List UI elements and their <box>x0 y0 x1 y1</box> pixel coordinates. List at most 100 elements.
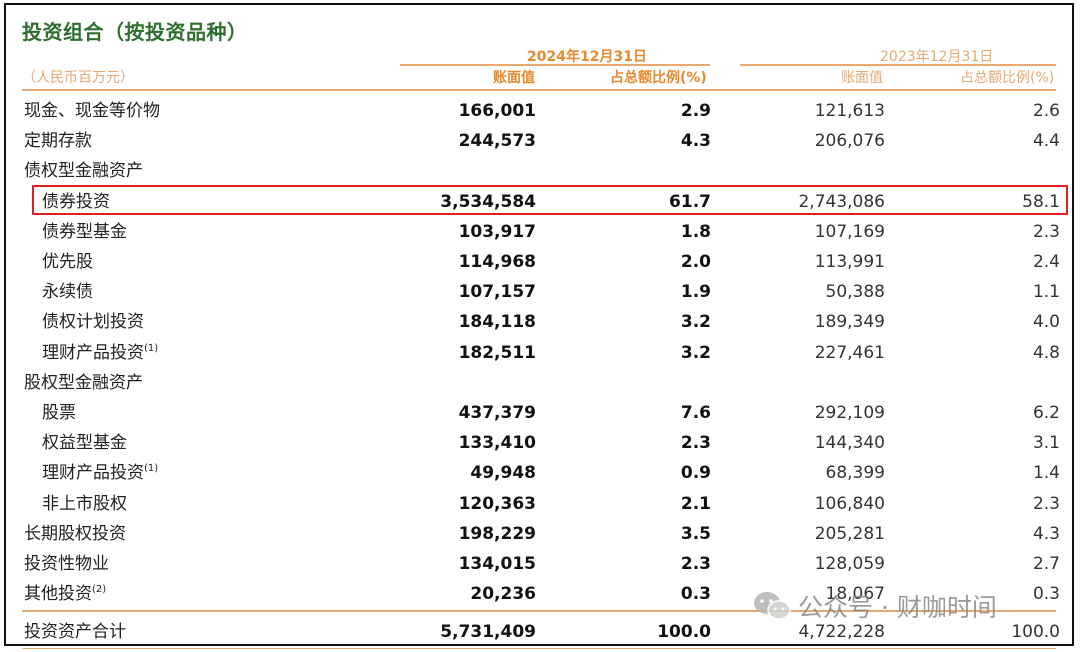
table-row: 定期存款 244,573 4.3 206,076 4.4 <box>20 126 1060 156</box>
total-pct-current: 100.0 <box>657 622 711 642</box>
row-label: 定期存款 <box>24 131 92 152</box>
pct-total-current: 3.5 <box>680 523 711 544</box>
footnote-marker: (1) <box>144 342 159 354</box>
pct-total-prior: 4.3 <box>1032 523 1060 544</box>
pct-total-prior: 1.4 <box>1032 463 1060 484</box>
col-pct-prior: 占总额比例(%) <box>960 70 1055 86</box>
book-value-current: 114,968 <box>458 252 536 272</box>
table-row: 永续债 107,157 1.9 50,388 1.1 <box>20 277 1060 307</box>
pct-total-current: 2.1 <box>680 493 711 514</box>
table-row: 债权计划投资 184,118 3.2 189,349 4.0 <box>20 307 1060 337</box>
col-pct-current: 占总额比例(%) <box>610 70 707 86</box>
row-label: 长期股权投资 <box>24 523 126 544</box>
row-label: 其他投资(2) <box>24 584 107 605</box>
header-separator <box>22 89 1056 91</box>
book-value-current: 437,379 <box>458 403 536 423</box>
table-row: 投资性物业 134,015 2.3 128,059 2.7 <box>20 549 1060 579</box>
book-value-current: 198,229 <box>458 523 536 544</box>
total-bottom-border <box>22 648 1056 649</box>
footnote-marker: (2) <box>92 584 107 596</box>
book-value-prior: 227,461 <box>814 342 885 363</box>
row-label: 权益型基金 <box>42 433 127 454</box>
pct-total-prior: 2.6 <box>1032 101 1060 121</box>
unit-label: （人民币百万元） <box>22 70 134 86</box>
pct-total-current: 2.3 <box>680 433 711 454</box>
table-row: 非上市股权 120,363 2.1 106,840 2.3 <box>20 489 1060 519</box>
pct-total-prior: 2.4 <box>1032 252 1060 272</box>
pct-total-current: 2.0 <box>680 252 711 272</box>
book-value-prior: 106,840 <box>814 493 885 514</box>
row-label: 非上市股权 <box>42 493 127 514</box>
book-value-current: 134,015 <box>458 554 536 574</box>
pct-total-prior: 2.3 <box>1032 221 1060 242</box>
pct-total-prior: 4.0 <box>1032 312 1060 333</box>
pct-total-current: 1.9 <box>680 282 711 303</box>
period-prior-header: 2023年12月31日 <box>880 49 994 65</box>
book-value-current: 107,157 <box>458 282 536 303</box>
table-row: 权益型基金 133,410 2.3 144,340 3.1 <box>20 428 1060 458</box>
book-value-current: 103,917 <box>458 221 536 242</box>
row-label: 投资性物业 <box>24 554 109 574</box>
book-value-prior: 50,388 <box>825 282 885 303</box>
pct-total-prior: 1.1 <box>1032 282 1060 303</box>
table-row: 债券型基金 103,917 1.8 107,169 2.3 <box>20 217 1060 247</box>
col-book-value-prior: 账面值 <box>841 70 883 86</box>
book-value-current: 182,511 <box>458 342 536 363</box>
watermark: 公众号 · 财咖时间 <box>752 586 997 626</box>
pct-total-prior: 6.2 <box>1032 403 1060 423</box>
total-value-current: 5,731,409 <box>440 622 536 642</box>
table-row: 债权型金融资产 <box>20 156 1060 186</box>
total-pct-prior: 100.0 <box>1011 622 1060 642</box>
row-label: 永续债 <box>42 282 93 303</box>
wechat-logo-icon <box>754 592 791 620</box>
book-value-prior: 128,059 <box>814 554 885 574</box>
pct-total-current: 2.3 <box>680 554 711 574</box>
period-prior-underline <box>740 64 1056 66</box>
book-value-current: 166,001 <box>458 101 536 121</box>
pct-total-prior: 4.8 <box>1032 342 1060 363</box>
row-label: 现金、现金等价物 <box>24 101 160 121</box>
book-value-current: 120,363 <box>458 493 536 514</box>
table-row: 理财产品投资(1) 49,948 0.9 68,399 1.4 <box>20 458 1060 488</box>
table-row: 股票 437,379 7.6 292,109 6.2 <box>20 398 1060 428</box>
row-label: 理财产品投资(1) <box>42 463 159 484</box>
book-value-prior: 205,281 <box>814 523 885 544</box>
table-row: 现金、现金等价物 166,001 2.9 121,613 2.6 <box>20 96 1060 126</box>
pct-total-current: 3.2 <box>680 342 711 363</box>
book-value-prior: 206,076 <box>814 131 885 152</box>
pct-total-current: 2.9 <box>680 101 711 121</box>
row-label: 债权计划投资 <box>42 312 144 333</box>
highlight-box-bond-investment <box>32 185 1068 215</box>
row-label: 债权型金融资产 <box>24 161 143 182</box>
table-title: 投资组合（按投资品种） <box>22 20 248 44</box>
pct-total-current: 7.6 <box>680 403 711 423</box>
row-label: 理财产品投资(1) <box>42 342 159 363</box>
book-value-current: 20,236 <box>470 584 536 605</box>
row-label: 股权型金融资产 <box>24 372 143 393</box>
pct-total-prior: 2.7 <box>1032 554 1060 574</box>
book-value-current: 133,410 <box>458 433 536 454</box>
footnote-marker: (1) <box>144 463 159 475</box>
pct-total-current: 0.9 <box>680 463 711 484</box>
row-label: 债券型基金 <box>42 221 127 242</box>
table-row: 长期股权投资 198,229 3.5 205,281 4.3 <box>20 519 1060 549</box>
book-value-current: 49,948 <box>470 463 536 484</box>
col-book-value-current: 账面值 <box>493 70 535 86</box>
row-label: 股票 <box>42 403 76 423</box>
pct-total-prior: 2.3 <box>1032 493 1060 514</box>
book-value-prior: 121,613 <box>814 101 885 121</box>
book-value-current: 244,573 <box>458 131 536 152</box>
table-row: 股权型金融资产 <box>20 368 1060 398</box>
period-current-underline <box>400 64 710 66</box>
row-label: 优先股 <box>42 252 93 272</box>
book-value-prior: 292,109 <box>814 403 885 423</box>
book-value-current: 184,118 <box>458 312 536 333</box>
pct-total-prior: 4.4 <box>1032 131 1060 152</box>
book-value-prior: 144,340 <box>814 433 885 454</box>
pct-total-current: 0.3 <box>680 584 711 605</box>
table-row: 理财产品投资(1) 182,511 3.2 227,461 4.8 <box>20 338 1060 368</box>
book-value-prior: 113,991 <box>814 252 885 272</box>
watermark-text: 公众号 · 财咖时间 <box>798 593 997 622</box>
book-value-prior: 107,169 <box>814 221 885 242</box>
pct-total-current: 3.2 <box>680 312 711 333</box>
